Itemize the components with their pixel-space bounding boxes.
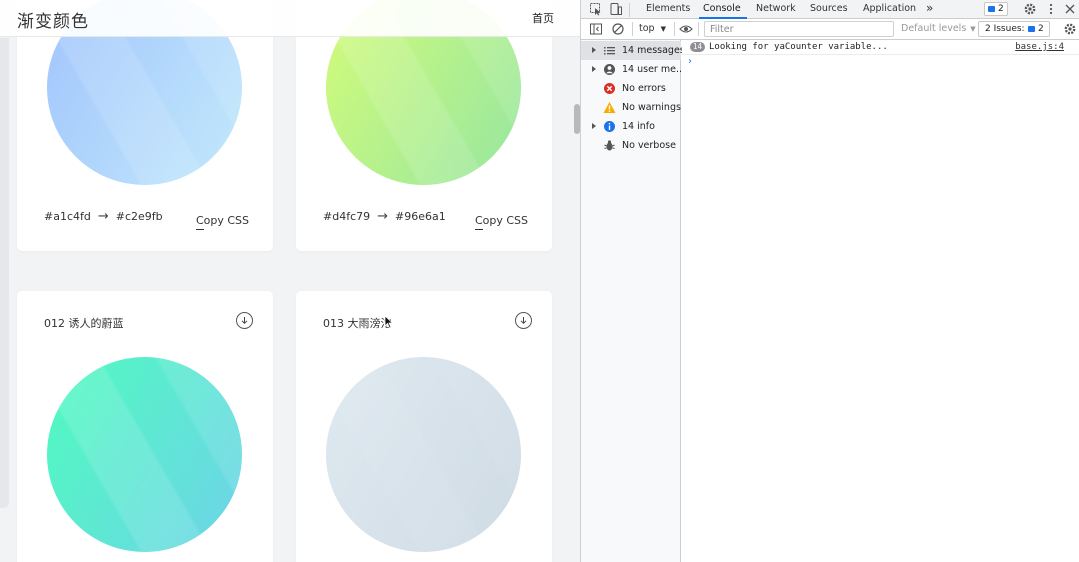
message-icon (1028, 26, 1035, 32)
issues-button[interactable]: 2 Issues: 2 (978, 21, 1050, 37)
bug-icon (604, 140, 615, 151)
gradient-hex-codes: #d4fc79 → #96e6a1 (323, 209, 446, 224)
expand-arrow-icon[interactable] (592, 47, 596, 53)
sidebar-item-verbose[interactable]: No verbose (581, 136, 681, 155)
devtools-tab-bar: Elements Console Network Sources Applica… (581, 0, 1079, 19)
console-toolbar: top▼ Default levels▼ 2 Issues: 2 (581, 19, 1079, 40)
caret-down-icon: ▼ (660, 25, 666, 33)
filter-input[interactable] (704, 21, 894, 37)
log-levels-select[interactable]: Default levels ▼ (901, 23, 976, 34)
tab-console[interactable]: Console (703, 3, 741, 14)
warning-icon (603, 102, 616, 113)
eye-icon[interactable] (679, 22, 693, 36)
console-message-text: Looking for yaCounter variable... (709, 42, 888, 52)
device-toolbar-icon[interactable] (609, 2, 623, 16)
console-prompt[interactable]: › (688, 56, 692, 67)
gradient-card: 013 大雨滂沱 (296, 291, 552, 562)
nav-home-link[interactable]: 首页 (532, 10, 554, 26)
copy-css-button[interactable]: Copy CSS (195, 214, 249, 230)
more-tabs-icon[interactable]: » (926, 1, 933, 15)
console-message: 14 Looking for yaCounter variable... bas… (682, 40, 1079, 55)
console-message-source-link[interactable]: base.js:4 (1015, 42, 1064, 52)
sidebar-item-messages[interactable]: 14 messages (581, 41, 685, 60)
download-icon[interactable] (515, 312, 532, 329)
sidebar-item-warnings[interactable]: No warnings (581, 98, 681, 117)
tab-application[interactable]: Application (863, 3, 916, 14)
site-title: 渐变颜色 (17, 12, 89, 32)
gradient-card: 012 诱人的蔚蓝 (17, 291, 273, 562)
clear-console-icon[interactable] (611, 22, 625, 36)
sidebar-item-user-messages[interactable]: 14 user me... (581, 60, 685, 79)
expand-arrow-icon[interactable] (592, 123, 596, 129)
message-icon (988, 6, 995, 12)
inspect-element-icon[interactable] (589, 2, 603, 16)
gear-icon[interactable] (1023, 2, 1037, 16)
sidebar-item-errors[interactable]: No errors (581, 79, 681, 98)
arrow-right-icon: → (377, 209, 389, 224)
list-icon (604, 47, 615, 55)
sidebar-item-info[interactable]: 14 info (581, 117, 681, 136)
gradient-name: 012 诱人的蔚蓝 (44, 317, 124, 330)
repeat-count-badge: 14 (690, 42, 706, 52)
gradient-card: #a1c4fd → #c2e9fb Copy CSS (17, 0, 273, 251)
context-select[interactable]: top ▼ (639, 23, 666, 34)
console-settings-gear-icon[interactable] (1063, 22, 1077, 36)
gradient-circle (47, 357, 242, 552)
sidebar-toggle-icon[interactable] (589, 22, 603, 36)
close-icon[interactable] (1063, 2, 1077, 16)
gradient-name: 013 大雨滂沱 (323, 317, 392, 330)
console-output: 14 Looking for yaCounter variable... bas… (682, 40, 1079, 562)
gradient-to-hex: #96e6a1 (395, 210, 446, 223)
copy-css-button[interactable]: Copy CSS (474, 214, 528, 230)
mouse-cursor-icon (384, 315, 394, 329)
devtools-panel: Elements Console Network Sources Applica… (580, 0, 1079, 562)
tab-sources[interactable]: Sources (810, 3, 848, 14)
web-page: 渐变颜色 首页 #a1c4fd → #c2e9fb Copy CSS #d4fc79… (0, 0, 580, 562)
console-sidebar: 14 messages 14 user me... No errors No w… (581, 40, 685, 562)
tab-elements[interactable]: Elements (646, 3, 690, 14)
download-icon[interactable] (236, 312, 253, 329)
gradient-card: #d4fc79 → #96e6a1 Copy CSS (296, 0, 552, 251)
arrow-right-icon: → (97, 209, 109, 224)
page-left-strip (0, 38, 9, 508)
issues-badge[interactable]: 2 (984, 2, 1008, 16)
gradient-to-hex: #c2e9fb (115, 210, 163, 223)
tab-network[interactable]: Network (756, 3, 796, 14)
caret-down-icon: ▼ (970, 25, 976, 33)
gradient-from-hex: #d4fc79 (323, 210, 371, 223)
site-header: 渐变颜色 首页 (0, 0, 580, 37)
expand-arrow-icon[interactable] (592, 66, 596, 72)
error-icon (604, 83, 615, 94)
info-icon (604, 121, 615, 132)
user-icon (604, 64, 615, 75)
gradient-from-hex: #a1c4fd (44, 210, 91, 223)
kebab-menu-icon[interactable] (1044, 2, 1058, 16)
gradient-hex-codes: #a1c4fd → #c2e9fb (44, 209, 163, 224)
gradient-circle (326, 357, 521, 552)
